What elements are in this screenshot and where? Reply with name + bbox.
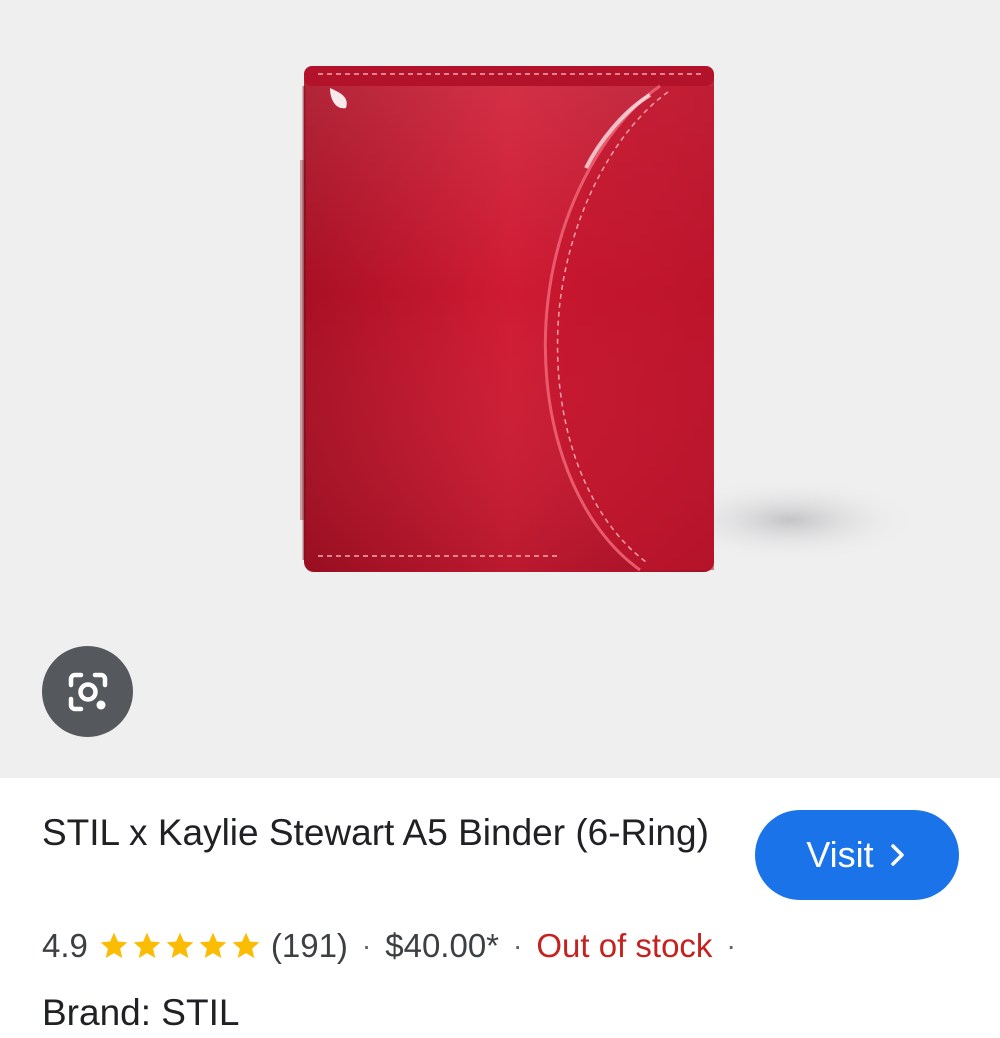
review-count[interactable]: (191) <box>271 927 348 965</box>
product-meta-row: 4.9 (191) · $40.00* · Out of stock · <box>42 924 992 968</box>
brand-line: Brand: STIL <box>42 992 240 1033</box>
star-icon <box>133 932 161 958</box>
price: $40.00* <box>385 927 500 964</box>
stock-status: Out of stock <box>536 927 713 964</box>
lens-search-button[interactable] <box>42 646 133 737</box>
product-info-panel: STIL x Kaylie Stewart A5 Binder (6-Ring)… <box>0 778 1000 1033</box>
product-title[interactable]: STIL x Kaylie Stewart A5 Binder (6-Ring) <box>42 808 722 858</box>
visit-button[interactable]: Visit <box>755 810 959 900</box>
rating-value: 4.9 <box>42 927 88 964</box>
rating-stars <box>98 930 263 962</box>
star-icon <box>199 932 227 958</box>
star-icon <box>166 932 194 958</box>
separator-dot: · <box>513 930 523 961</box>
chevron-right-icon <box>888 842 908 868</box>
visit-button-label: Visit <box>806 834 874 875</box>
star-icon <box>100 932 128 958</box>
lens-camera-icon <box>68 672 107 711</box>
star-icon <box>232 932 260 958</box>
separator-dot: · <box>361 930 372 961</box>
product-image-area[interactable] <box>0 0 1000 778</box>
separator-dot: · <box>726 930 736 961</box>
product-image <box>300 66 920 572</box>
